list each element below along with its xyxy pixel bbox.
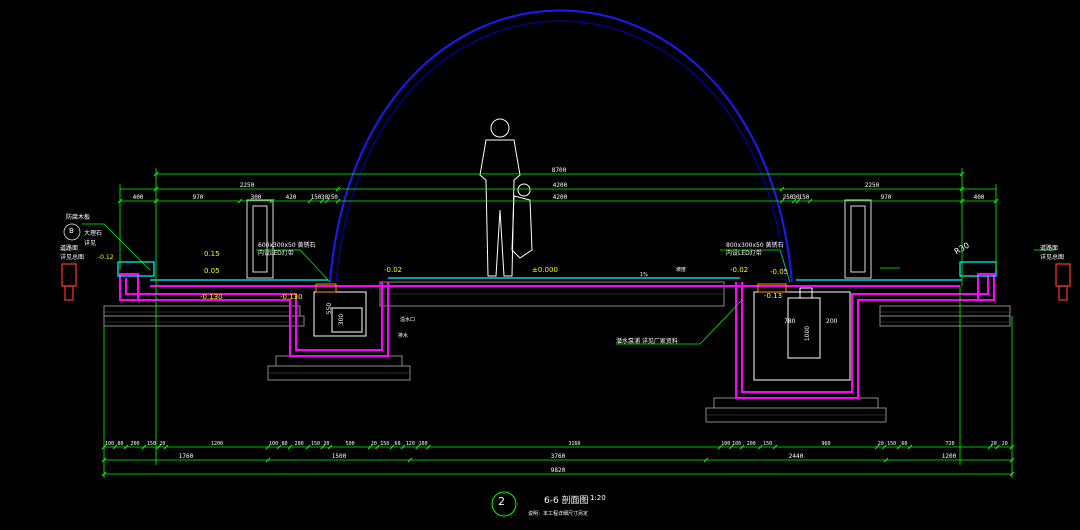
bottom-dim-row1: 960 (822, 441, 831, 447)
bottom-dim-row1: 150 (887, 441, 896, 447)
level-left-top: 0.15 (204, 250, 220, 258)
level-right-b: -0.05 (770, 268, 789, 276)
bottom-dim-overall: 9820 (551, 467, 566, 474)
bottom-dim-row2: 2440 (789, 453, 804, 460)
bottom-dim-row1: 720 (945, 441, 954, 447)
bottom-dim-row1: 20 (878, 441, 884, 447)
level-right-c: -0.13 (764, 292, 783, 300)
note-pool-dim-200: 200 (826, 318, 838, 325)
structure-walls (119, 273, 995, 399)
note-light-right-2: 内设LED灯带 (726, 250, 762, 257)
bottom-dim-row2: 3760 (551, 453, 566, 460)
fountain-water-arc (329, 9, 793, 283)
level-left-pool: -0.130 (280, 293, 303, 301)
note-left-sub-2: 详见 (84, 240, 97, 247)
bottom-dim-row1: 100 (721, 441, 730, 447)
bottom-dim-row1: 150 (763, 441, 772, 447)
cad-drawing-canvas: 8700 2250 4200 2250 400 970 300 420 150 30 250 4200… (0, 0, 1080, 526)
bottom-dim-row1: 150 (380, 441, 389, 447)
bottom-dim-row2: 1200 (942, 453, 957, 460)
drawing-scale: 1:20 (590, 494, 606, 502)
top-dim-row2: 2250 (240, 182, 255, 189)
top-dim-row3: 420 (286, 194, 297, 201)
bottom-dim-row1: 20 (991, 441, 997, 447)
note-pool-dim-550: 550 (326, 302, 334, 315)
bottom-dim-row1: 150 (147, 441, 156, 447)
note-left-sub: 大理石 (84, 230, 103, 237)
level-right-a: -0.02 (730, 266, 749, 274)
bottom-dim-row1: 100 (732, 441, 741, 447)
fountain-water-arc-inner (335, 20, 787, 283)
bottom-dim-row1: 20 (1002, 441, 1008, 447)
top-dim-row2: 4200 (553, 182, 568, 189)
top-dimension-texts: 87002250 4200 2250400 970 300 420 150 30250 4200… (133, 167, 985, 201)
bottom-dim-row1: 100 (419, 441, 428, 447)
section-number: 2 (498, 495, 505, 508)
note-left-callout: 防腐木板 (66, 214, 91, 221)
level-left-mid: 0.05 (204, 267, 220, 275)
bottom-dim-row1: 120 (406, 441, 415, 447)
bottom-dim-row1: 200 (747, 441, 756, 447)
top-dim-row3: 970 (193, 194, 204, 201)
foundation-layers (103, 281, 1011, 423)
note-pool-dim-1000: 1000 (804, 325, 812, 342)
note-slope-2: 1% (640, 272, 648, 278)
top-dim-row3: 150 (799, 194, 810, 201)
bottom-dim-row2: 1500 (332, 453, 347, 460)
bottom-dimension-lines (103, 286, 1013, 478)
note-slope: 坡度 (676, 267, 687, 273)
human-figure (479, 118, 533, 277)
level-center-left: -0.02 (384, 266, 403, 274)
note-left-callout-letter: B (69, 227, 74, 235)
note-drain: 排水 (398, 333, 409, 339)
bottom-dimension-texts: 100 80 200 150 20 1200 100 80 200 150 20 500 20 150 60… (105, 441, 1008, 474)
note-far-right-2: 详见总图 (1040, 254, 1065, 261)
level-left-edge: -0.12 (98, 254, 114, 261)
note-far-right: 道路面 (1040, 245, 1059, 252)
bottom-dim-row1: 500 (346, 441, 355, 447)
bottom-dim-row1: 200 (295, 441, 304, 447)
note-far-left: 道路面 (60, 245, 79, 252)
note-overflow: 溢水口 (400, 317, 416, 323)
section-drawing: 87002250 4200 2250400 970 300 420 150 30250 4200… (60, 9, 1071, 517)
bottom-dim-row1: 80 (117, 441, 123, 447)
top-dim-row3: 970 (881, 194, 892, 201)
top-dim-row3: 250 (327, 194, 338, 201)
bottom-dim-row1: 60 (395, 441, 401, 447)
bottom-dim-row1: 100 (269, 441, 278, 447)
bottom-dim-row1: 1200 (211, 441, 223, 447)
top-dim-row3: 4200 (553, 194, 568, 201)
drawing-title: 6-6 剖面图 (544, 496, 589, 506)
top-dim-row3: 400 (974, 194, 985, 201)
bottom-dim-row1: 60 (901, 441, 907, 447)
top-dim-row2: 2250 (865, 182, 880, 189)
bottom-dim-row1: 20 (371, 441, 377, 447)
note-pool-dim-300: 300 (338, 313, 346, 326)
drawing-subtitle: 说明：本工程详细尺寸另定 (528, 511, 589, 517)
bottom-dim-row1: 200 (130, 441, 139, 447)
level-left-low: -0.130 (200, 293, 223, 301)
hatch-pattern (104, 293, 1010, 416)
bottom-dim-row1: 20 (323, 441, 329, 447)
bottom-dim-row1: 150 (311, 441, 320, 447)
note-pool-dim-780: 780 (784, 318, 796, 325)
bottom-dim-row1: 3160 (568, 441, 580, 447)
top-dim-row3: 400 (133, 194, 144, 201)
bottom-dim-row1: 100 (105, 441, 114, 447)
top-dim-row3: 300 (251, 194, 262, 201)
bottom-dim-row1: 80 (281, 441, 287, 447)
note-light-left-2: 内设LED灯带 (258, 250, 294, 257)
bottom-dim-row2: 1760 (179, 453, 194, 460)
top-dim-overall: 8700 (552, 167, 567, 174)
bottom-dim-row1: 20 (159, 441, 165, 447)
note-pump: 潜水泵浦 详见厂家资料 (616, 338, 678, 345)
note-far-left-2: 详见总图 (60, 254, 85, 261)
level-center: ±0.000 (532, 266, 558, 274)
